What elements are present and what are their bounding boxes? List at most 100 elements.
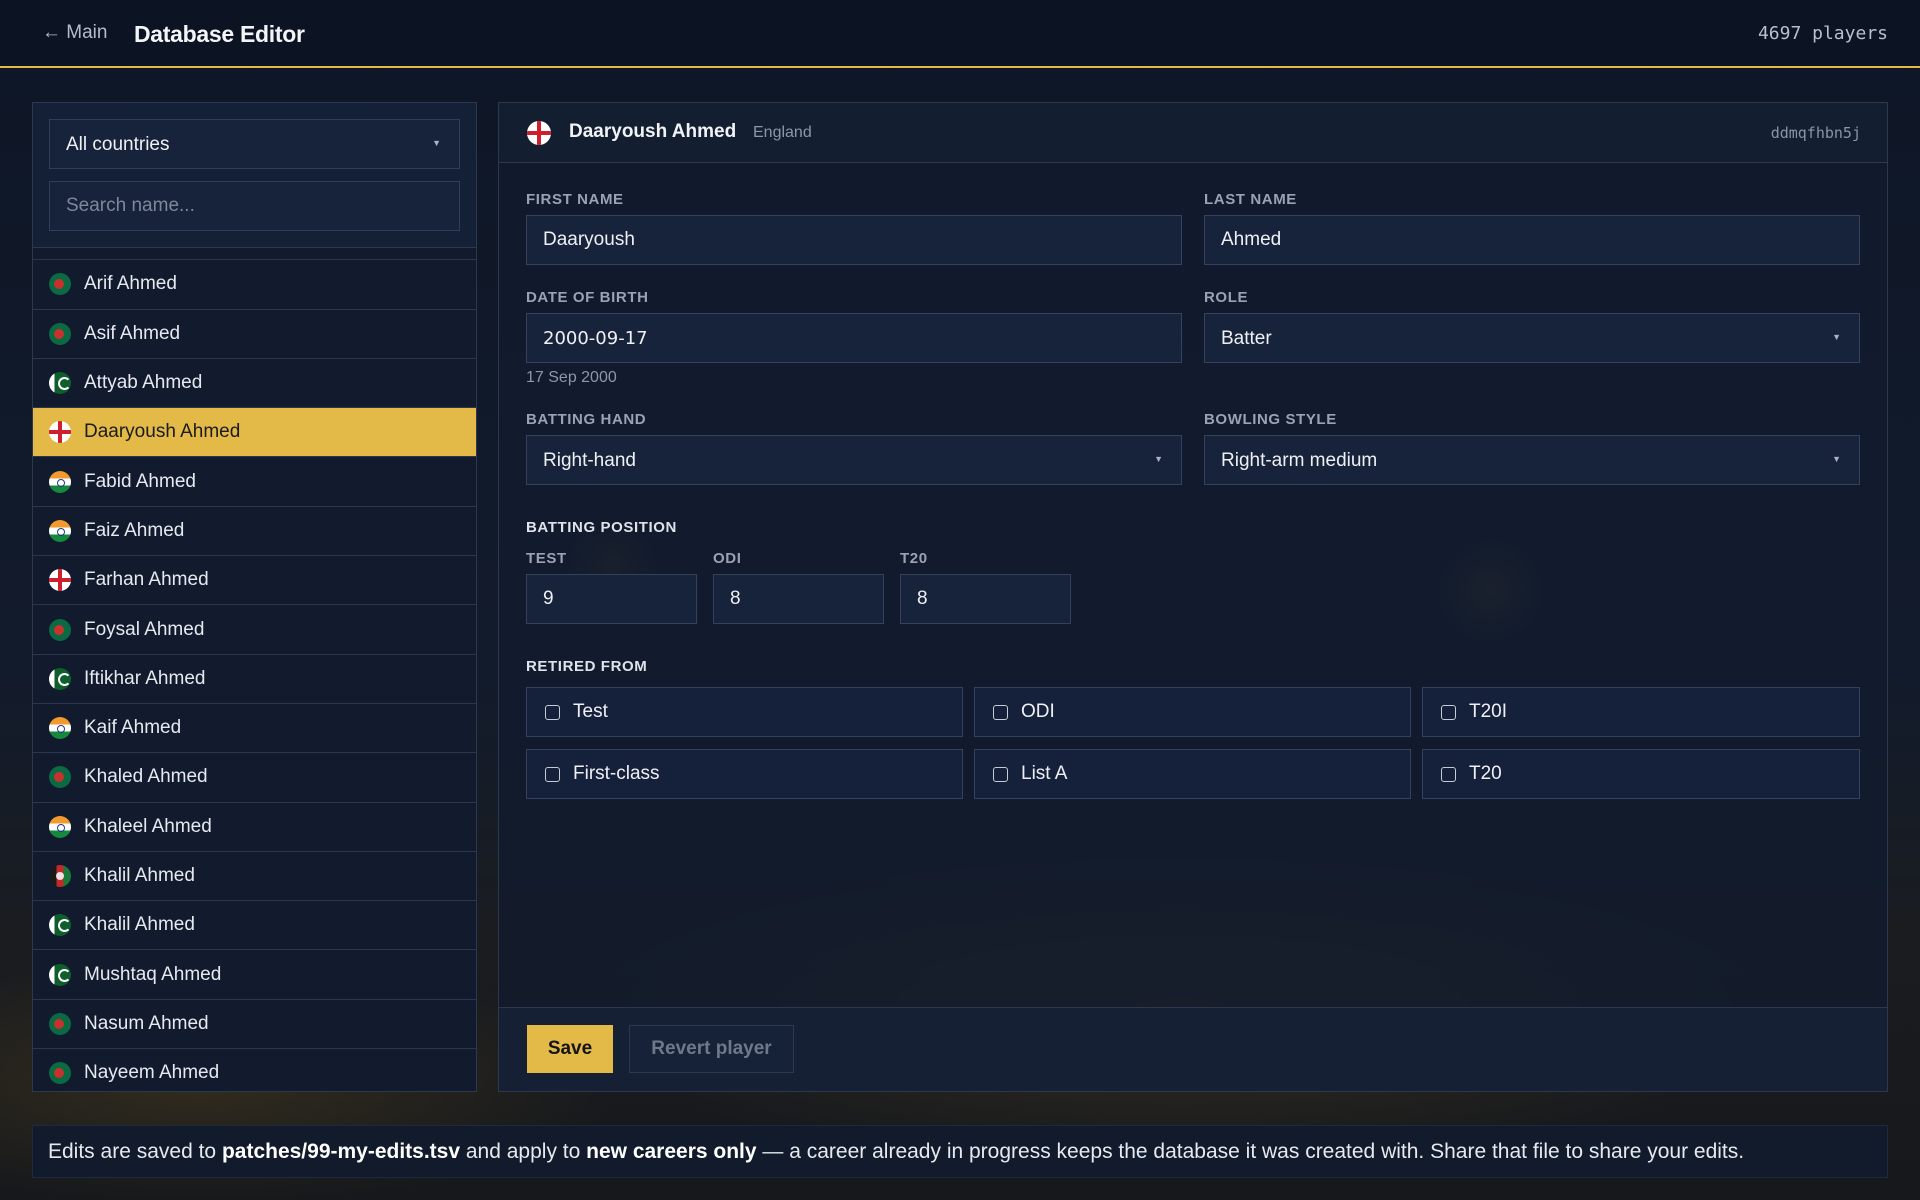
checkbox-label: Test	[573, 701, 608, 722]
bowling-style-value: Right-arm medium	[1221, 450, 1378, 471]
player-row[interactable]: Mushtaq Ahmed	[33, 950, 476, 1000]
notice-text: Edits are saved to	[48, 1139, 222, 1163]
search-input[interactable]	[49, 181, 460, 231]
player-row[interactable]: Foysal Ahmed	[33, 605, 476, 655]
player-row[interactable]: Khalil Ahmed	[33, 851, 476, 902]
revert-player-button[interactable]: Revert player	[629, 1025, 794, 1073]
player-row[interactable]: Iftikhar Ahmed	[33, 654, 476, 704]
player-row[interactable]: Farhan Ahmed	[33, 556, 476, 606]
player-row-name: Farhan Ahmed	[84, 569, 209, 591]
player-row-name: Khaled Ahmed	[84, 766, 208, 788]
odi-position-field[interactable]	[713, 574, 884, 624]
retired-first-class-checkbox[interactable]: First-class	[526, 749, 963, 799]
player-row-name: Arif Ahmed	[84, 273, 177, 295]
country-filter-select[interactable]: All countries ▼	[49, 119, 460, 169]
player-row-selected[interactable]: Daaryoush Ahmed	[33, 408, 476, 458]
player-row[interactable]: Nasum Ahmed	[33, 999, 476, 1050]
player-row[interactable]: Faiz Ahmed	[33, 506, 476, 557]
checkbox-icon	[545, 704, 560, 720]
player-row-name: Khaleel Ahmed	[84, 815, 212, 837]
player-row[interactable]: Arif Ahmed	[33, 260, 476, 310]
batting-position-label: BATTING POSITION	[526, 519, 677, 536]
back-to-main-link[interactable]: ← Main	[42, 22, 107, 44]
role-select[interactable]: Batter ▼	[1204, 313, 1860, 363]
checkbox-label: List A	[1021, 763, 1068, 784]
player-list[interactable]: Aftab AhmedArif AhmedAsif AhmedAttyab Ah…	[33, 211, 476, 1091]
country-flag-icon	[49, 372, 71, 395]
first-name-label: FIRST NAME	[526, 191, 624, 208]
player-row-name: Faiz Ahmed	[84, 519, 185, 541]
player-row-name: Foysal Ahmed	[84, 618, 205, 640]
player-row[interactable]: Khaleel Ahmed	[33, 802, 476, 852]
player-row-name: Nasum Ahmed	[84, 1012, 209, 1034]
last-name-field[interactable]	[1204, 215, 1860, 265]
save-button[interactable]: Save	[527, 1025, 613, 1073]
dob-hint: 17 Sep 2000	[526, 369, 617, 386]
player-country: England	[753, 124, 812, 141]
country-filter-value: All countries	[66, 134, 170, 155]
country-flag-icon	[49, 717, 71, 740]
filter-box: All countries ▼	[33, 103, 476, 248]
checkbox-icon	[1441, 766, 1456, 782]
player-row-name: Daaryoush Ahmed	[84, 421, 241, 443]
date-of-birth-field[interactable]	[526, 313, 1182, 363]
t20-position-field[interactable]	[900, 574, 1071, 624]
country-flag-icon	[49, 914, 71, 937]
editor-header: Daaryoush Ahmed England ddmqfhbn5j	[499, 103, 1887, 163]
player-row[interactable]: Khalil Ahmed	[33, 901, 476, 951]
player-row[interactable]: Fabid Ahmed	[33, 457, 476, 507]
country-flag-icon	[49, 421, 71, 444]
country-flag-icon	[49, 963, 71, 986]
retired-list-a-checkbox[interactable]: List A	[974, 749, 1411, 799]
save-notice: Edits are saved to patches/99-my-edits.t…	[32, 1125, 1888, 1178]
checkbox-label: First-class	[573, 763, 660, 784]
notice-file-path: patches/99-my-edits.tsv	[221, 1139, 461, 1163]
retired-t20i-checkbox[interactable]: T20I	[1422, 687, 1860, 737]
country-flag-icon	[49, 569, 71, 592]
country-flag-icon	[49, 1062, 71, 1085]
checkbox-icon	[993, 704, 1008, 720]
player-row-name: Khalil Ahmed	[84, 865, 195, 886]
checkbox-label: T20	[1469, 763, 1502, 784]
first-name-field[interactable]	[526, 215, 1182, 265]
country-flag-icon	[49, 815, 71, 838]
test-position-field[interactable]	[526, 574, 697, 624]
bowling-style-select[interactable]: Right-arm medium ▼	[1204, 435, 1860, 485]
player-row-name: Asif Ahmed	[84, 322, 181, 344]
odi-position-label: ODI	[713, 550, 742, 567]
country-flag-icon	[49, 667, 71, 690]
england-flag-icon	[527, 121, 551, 145]
country-flag-icon	[49, 322, 71, 345]
page-title: Database Editor	[134, 21, 305, 47]
retired-t20-checkbox[interactable]: T20	[1422, 749, 1860, 799]
retired-from-label: RETIRED FROM	[526, 658, 648, 675]
country-flag-icon	[49, 470, 71, 493]
top-bar: ← Main Database Editor 4697 players	[0, 0, 1920, 68]
country-flag-icon	[49, 519, 71, 542]
batting-hand-label: BATTING HAND	[526, 411, 647, 428]
batting-hand-select[interactable]: Right-hand ▼	[526, 435, 1182, 485]
test-position-label: TEST	[526, 550, 567, 567]
chevron-down-icon: ▼	[432, 138, 441, 148]
player-count: 4697 players	[1757, 23, 1888, 44]
player-row[interactable]: Khaled Ahmed	[33, 753, 476, 803]
player-editor: Daaryoush Ahmed England ddmqfhbn5j FIRST…	[498, 102, 1888, 1092]
retired-odi-checkbox[interactable]: ODI	[974, 687, 1411, 737]
player-row-name: Attyab Ahmed	[84, 372, 203, 394]
player-row[interactable]: Nayeem Ahmed	[33, 1049, 476, 1091]
notice-text: and apply to	[460, 1139, 587, 1163]
country-flag-icon	[49, 1012, 71, 1035]
checkbox-label: ODI	[1021, 701, 1055, 722]
country-flag-icon	[49, 766, 71, 789]
notice-text: — a career already in progress keeps the…	[756, 1139, 1745, 1163]
batting-hand-value: Right-hand	[543, 450, 636, 471]
retired-test-checkbox[interactable]: Test	[526, 687, 963, 737]
player-row-name: Mushtaq Ahmed	[84, 963, 222, 985]
t20-position-label: T20	[900, 550, 928, 567]
player-row[interactable]: Attyab Ahmed	[33, 358, 476, 409]
chevron-down-icon: ▼	[1154, 454, 1163, 464]
player-id: ddmqfhbn5j	[1770, 124, 1861, 142]
player-row[interactable]: Asif Ahmed	[33, 309, 476, 359]
player-row[interactable]: Kaif Ahmed	[33, 703, 476, 754]
country-flag-icon	[49, 865, 71, 887]
